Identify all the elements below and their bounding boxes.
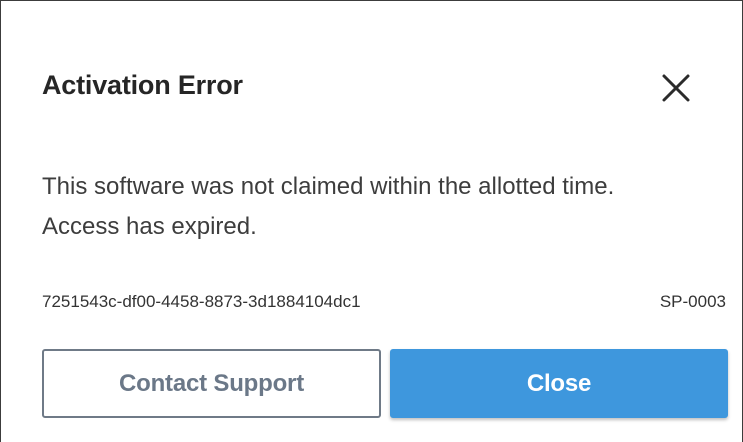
close-button[interactable]: Close xyxy=(390,349,728,418)
error-code: SP-0003 xyxy=(659,292,726,311)
dialog-title: Activation Error xyxy=(42,70,243,100)
activation-error-dialog: Activation Error This software was not c… xyxy=(0,0,743,442)
contact-support-button[interactable]: Contact Support xyxy=(42,349,381,418)
activation-id: 7251543c-df00-4458-8873-3d1884104dc1 xyxy=(42,292,361,311)
error-message: This software was not claimed within the… xyxy=(42,167,732,247)
error-message-line-1: This software was not claimed within the… xyxy=(42,173,615,200)
error-message-line-2: Access has expired. xyxy=(42,213,257,240)
close-icon[interactable] xyxy=(659,71,693,105)
